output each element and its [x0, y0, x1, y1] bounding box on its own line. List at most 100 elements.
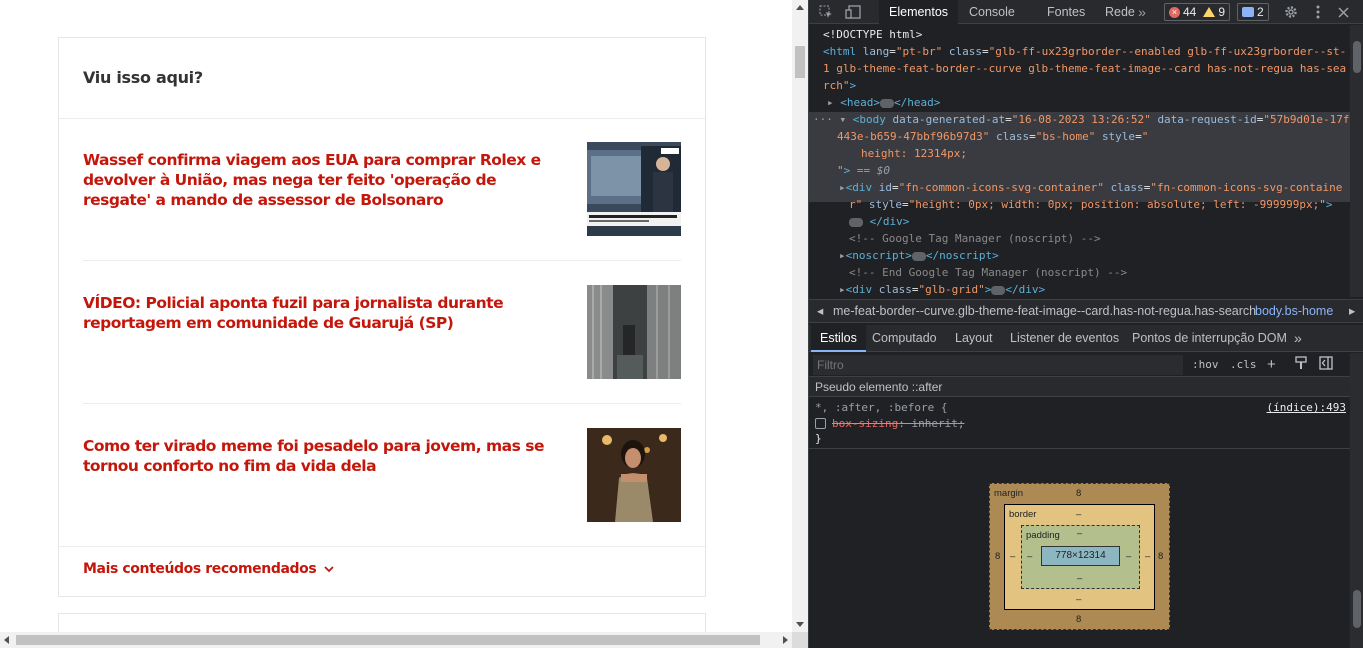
property-checkbox[interactable]	[815, 418, 826, 429]
breadcrumb-item-html[interactable]: me-feat-border--curve.glb-theme-feat-ima…	[833, 300, 1256, 322]
styles-pane-scrollbar[interactable]	[1350, 353, 1363, 648]
close-icon[interactable]	[1334, 3, 1352, 21]
breadcrumb-item-body[interactable]: body.bs-home	[1255, 300, 1333, 322]
dom-tree[interactable]: <!DOCTYPE html> <html lang="pt-br" class…	[809, 25, 1350, 297]
dom-html-node[interactable]: <html lang="pt-br" class="glb-ff-ux23grb…	[823, 44, 1346, 61]
dom-comment[interactable]: <!-- End Google Tag Manager (noscript) -…	[849, 265, 1127, 282]
tab-event-listeners[interactable]: Listener de eventos	[1001, 325, 1128, 352]
margin-top-value[interactable]: 8	[1076, 488, 1081, 499]
padding-left-value[interactable]: –	[1027, 551, 1032, 562]
margin-right-value[interactable]: 8	[1158, 551, 1163, 562]
dom-icons-div-close: </div>	[849, 214, 909, 231]
border-right-value[interactable]: –	[1145, 551, 1150, 562]
dom-head-node[interactable]: ▸ <head> </head>	[827, 95, 940, 112]
page-vertical-scrollbar[interactable]	[792, 0, 808, 632]
margin-bottom-value[interactable]: 8	[1076, 614, 1081, 625]
tab-console[interactable]: Console	[959, 0, 1025, 24]
tab-sources[interactable]: Fontes	[1037, 0, 1095, 24]
tab-layout[interactable]: Layout	[946, 325, 1002, 352]
margin-left-value[interactable]: 8	[995, 551, 1000, 562]
toggle-sidebar-icon[interactable]	[1319, 356, 1333, 374]
tab-computed[interactable]: Computado	[863, 325, 946, 352]
rule-property[interactable]: box-sizing: inherit;	[815, 416, 964, 431]
padding-right-value[interactable]: –	[1126, 551, 1131, 562]
hover-state-toggle[interactable]: :hov	[1192, 356, 1219, 374]
kebab-menu-icon[interactable]	[1309, 3, 1327, 21]
tab-styles[interactable]: Estilos	[811, 325, 866, 352]
rule-close-brace: }	[815, 432, 822, 445]
more-subtabs-icon[interactable]: »	[1285, 325, 1311, 352]
box-model-border[interactable]: border – – – – padding – – – – 778×12314	[1004, 504, 1155, 610]
dom-tree-scrollbar[interactable]	[1350, 25, 1363, 297]
news-headline-link[interactable]: VÍDEO: Policial aponta fuzil para jornal…	[83, 293, 567, 333]
class-toggle[interactable]: .cls	[1230, 356, 1257, 374]
message-icon	[1242, 7, 1254, 17]
warning-icon	[1203, 7, 1216, 17]
scrollbar-thumb[interactable]	[1353, 590, 1361, 628]
news-item[interactable]: VÍDEO: Policial aponta fuzil para jornal…	[83, 285, 681, 381]
tab-dom-breakpoints[interactable]: Pontos de interrupção DOM	[1123, 325, 1296, 352]
styles-filter-row: :hov .cls +	[809, 353, 1350, 377]
dom-html-class-cont: 1 glb-theme-feat-border--curve glb-theme…	[823, 62, 1347, 75]
news-item[interactable]: Wassef confirma viagem aos EUA para comp…	[83, 142, 681, 238]
box-model-padding[interactable]: padding – – – – 778×12314	[1021, 525, 1140, 589]
inspect-element-icon[interactable]	[817, 3, 835, 21]
scrollbar-thumb[interactable]	[16, 635, 760, 645]
scrollbar-thumb[interactable]	[1353, 41, 1361, 73]
news-headline-link[interactable]: Como ter virado meme foi pesadelo para j…	[83, 436, 567, 476]
box-model-content-size[interactable]: 778×12314	[1041, 546, 1120, 566]
device-toolbar-icon[interactable]	[844, 3, 862, 21]
messages-badge[interactable]: 2	[1237, 3, 1269, 21]
dom-comment[interactable]: <!-- Google Tag Manager (noscript) -->	[849, 231, 1101, 248]
dom-body-attrs: 443e-b659-47bbf96b97d3" class="bs-home" …	[837, 130, 1149, 143]
dom-body-node[interactable]: ··· ▾ <body data-generated-at="16-08-202…	[813, 112, 1350, 129]
news-thumbnail[interactable]	[587, 285, 681, 379]
news-item[interactable]: Como ter virado meme foi pesadelo para j…	[83, 428, 681, 524]
scrollbar-thumb[interactable]	[795, 46, 805, 78]
property-name[interactable]: box-sizing	[832, 417, 898, 430]
devtools-panel: Elementos Console Fontes Rede » × 44 9 2…	[808, 0, 1363, 648]
rule-selector[interactable]: *, :after, :before {	[815, 400, 947, 415]
paint-brush-icon[interactable]	[1295, 356, 1307, 374]
dom-html-class-end: rch">	[823, 79, 857, 92]
tab-elements[interactable]: Elementos	[879, 0, 959, 24]
error-count: 44	[1183, 5, 1197, 19]
scroll-down-arrow-icon[interactable]	[796, 622, 804, 627]
margin-label: margin	[994, 488, 1024, 499]
more-recommendations-label: Mais conteúdos recomendados	[83, 561, 317, 577]
issues-badge[interactable]: × 44 9	[1164, 3, 1231, 21]
property-value[interactable]: inherit	[911, 417, 957, 430]
styles-subtabs: Estilos Computado Layout Listener de eve…	[809, 325, 1363, 352]
breadcrumb-scroll-right-icon[interactable]: ▸	[1349, 300, 1355, 322]
styles-filter-input[interactable]	[813, 355, 1183, 375]
news-thumbnail[interactable]	[587, 142, 681, 236]
dom-doctype[interactable]: <!DOCTYPE html>	[823, 27, 922, 44]
border-bottom-value[interactable]: –	[1076, 594, 1081, 605]
border-left-value[interactable]: –	[1010, 551, 1015, 562]
border-top-value[interactable]: –	[1076, 509, 1081, 520]
box-model-margin[interactable]: margin 8 8 8 8 border – – – – padding – …	[989, 483, 1170, 630]
dom-noscript-node[interactable]: ▸<noscript> </noscript>	[839, 248, 999, 265]
divider	[83, 260, 681, 261]
css-rule[interactable]: *, :after, :before { (índice):493 box-si…	[809, 397, 1350, 449]
rule-source-link[interactable]: (índice):493	[1267, 400, 1346, 415]
scroll-up-arrow-icon[interactable]	[796, 5, 804, 10]
add-rule-icon[interactable]: +	[1267, 356, 1276, 374]
more-recommendations-link[interactable]: Mais conteúdos recomendados	[83, 561, 334, 577]
divider	[59, 118, 705, 119]
dom-icons-div-node[interactable]: ▸<div id="fn-common-icons-svg-container"…	[839, 180, 1342, 197]
section-title: Viu isso aqui?	[83, 68, 203, 87]
scroll-left-arrow-icon[interactable]	[4, 636, 9, 644]
gear-icon[interactable]	[1282, 3, 1300, 21]
breadcrumb-scroll-left-icon[interactable]: ◂	[817, 300, 823, 322]
padding-top-value[interactable]: –	[1077, 528, 1082, 539]
page-content: Viu isso aqui? Wassef confirma viagem ao…	[0, 0, 792, 632]
padding-bottom-value[interactable]: –	[1077, 573, 1082, 584]
dom-grid-div-node[interactable]: ▸<div class="glb-grid"> </div>	[839, 282, 1045, 297]
message-count: 2	[1257, 5, 1264, 19]
news-headline-link[interactable]: Wassef confirma viagem aos EUA para comp…	[83, 150, 567, 210]
scroll-right-arrow-icon[interactable]	[783, 636, 788, 644]
news-thumbnail[interactable]	[587, 428, 681, 522]
page-horizontal-scrollbar[interactable]	[0, 632, 792, 648]
more-tabs-icon[interactable]: »	[1133, 3, 1151, 21]
